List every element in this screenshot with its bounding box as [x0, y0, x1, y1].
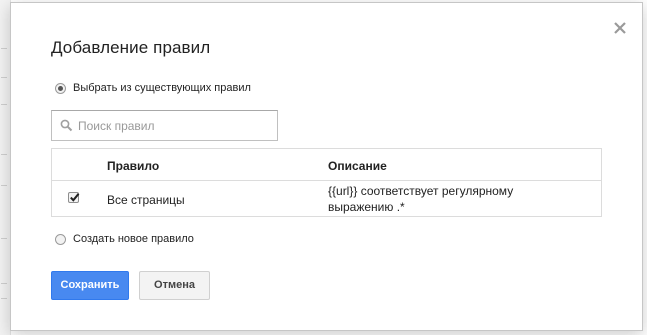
row-checkbox[interactable] [68, 192, 80, 203]
table-row[interactable]: Все страницы {{url}} соответствует регул… [52, 181, 601, 216]
close-button[interactable] [611, 19, 629, 37]
option-choose-existing-label: Выбрать из существующих правил [73, 82, 251, 94]
search-input[interactable] [78, 118, 258, 133]
option-create-new-label: Создать новое правило [73, 233, 194, 245]
add-rules-dialog: Добавление правил Выбрать из существующи… [10, 2, 643, 331]
option-choose-existing[interactable]: Выбрать из существующих правил [55, 80, 251, 96]
radio-choose-existing[interactable] [55, 82, 66, 94]
close-icon [614, 22, 626, 34]
cancel-button[interactable]: Отмена [139, 271, 210, 300]
save-button[interactable]: Сохранить [51, 271, 129, 300]
checkmark-icon [70, 193, 80, 202]
column-header-rule: Правило [107, 159, 160, 173]
rule-description: {{url}} соответствует регулярному выраже… [328, 184, 514, 214]
radio-create-new[interactable] [55, 233, 66, 245]
rule-name: Все страницы [107, 193, 185, 207]
rules-table: Правило Описание Все страницы {{url}} со… [51, 148, 602, 217]
dialog-title: Добавление правил [51, 38, 211, 57]
table-header: Правило Описание [52, 149, 601, 181]
option-create-new[interactable]: Создать новое правило [55, 231, 194, 247]
column-header-description: Описание [328, 159, 387, 173]
search-box[interactable] [51, 110, 278, 141]
search-icon [60, 119, 73, 132]
